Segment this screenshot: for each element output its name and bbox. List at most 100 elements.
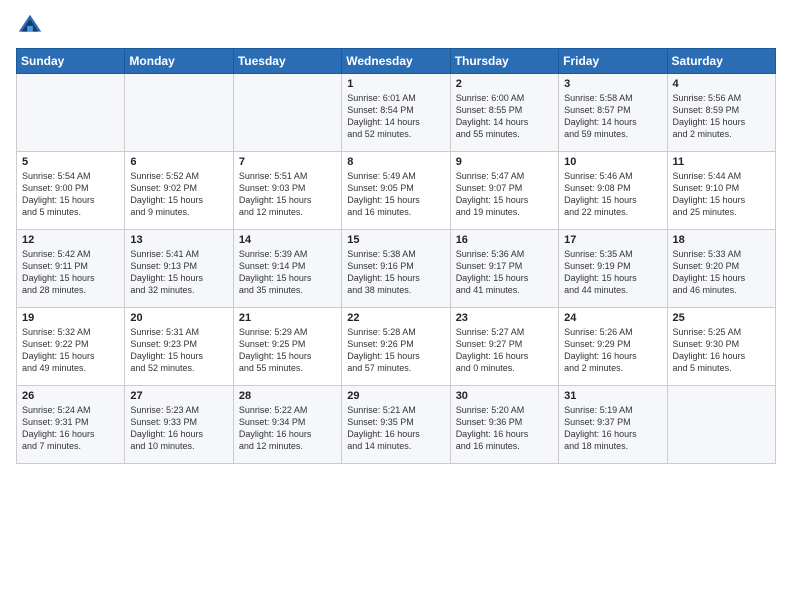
logo: [16, 12, 48, 40]
day-number: 23: [456, 312, 553, 324]
cell-content: Sunrise: 5:51 AM Sunset: 9:03 PM Dayligh…: [239, 170, 336, 219]
day-number: 17: [564, 234, 661, 246]
calendar-cell: [125, 74, 233, 152]
week-row-3: 12Sunrise: 5:42 AM Sunset: 9:11 PM Dayli…: [17, 230, 776, 308]
header-row: SundayMondayTuesdayWednesdayThursdayFrid…: [17, 49, 776, 74]
calendar-cell: 31Sunrise: 5:19 AM Sunset: 9:37 PM Dayli…: [559, 386, 667, 464]
calendar-page: SundayMondayTuesdayWednesdayThursdayFrid…: [0, 0, 792, 612]
calendar-cell: 2 Sunrise: 6:00 AM Sunset: 8:55 PM Daylig…: [450, 74, 558, 152]
week-row-2: 5Sunrise: 5:54 AM Sunset: 9:00 PM Daylig…: [17, 152, 776, 230]
header: [16, 12, 776, 40]
cell-content: Sunrise: 5:29 AM Sunset: 9:25 PM Dayligh…: [239, 326, 336, 375]
calendar-cell: 24 Sunrise: 5:26 AM Sunset: 9:29 PM Dayli…: [559, 308, 667, 386]
calendar-cell: 17 Sunrise: 5:35 AM Sunset: 9:19 PM Dayli…: [559, 230, 667, 308]
cell-content: Sunrise: 5:21 AM Sunset: 9:35 PM Dayligh…: [347, 404, 444, 453]
calendar-cell: 21 Sunrise: 5:29 AM Sunset: 9:25 PM Dayli…: [233, 308, 341, 386]
cell-content: Sunrise: 5:32 AM Sunset: 9:22 PM Dayligh…: [22, 326, 119, 375]
calendar-cell: 11 Sunrise: 5:44 AM Sunset: 9:10 PM Dayli…: [667, 152, 775, 230]
calendar-cell: 28 Sunrise: 5:22 AM Sunset: 9:34 PM Dayli…: [233, 386, 341, 464]
day-number: 15: [347, 234, 444, 246]
cell-content: Sunrise: 5:26 AM Sunset: 9:29 PM Dayligh…: [564, 326, 661, 375]
cell-content: Sunrise: 6:00 AM Sunset: 8:55 PM Dayligh…: [456, 92, 553, 141]
calendar-cell: 16 Sunrise: 5:36 AM Sunset: 9:17 PM Dayli…: [450, 230, 558, 308]
cell-content: Sunrise: 5:23 AM Sunset: 9:33 PM Dayligh…: [130, 404, 227, 453]
calendar-cell: 29Sunrise: 5:21 AM Sunset: 9:35 PM Dayli…: [342, 386, 450, 464]
day-number: 2: [456, 78, 553, 90]
cell-content: Sunrise: 5:56 AM Sunset: 8:59 PM Dayligh…: [673, 92, 770, 141]
calendar-cell: 6 Sunrise: 5:52 AM Sunset: 9:02 PM Daylig…: [125, 152, 233, 230]
day-number: 28: [239, 390, 336, 402]
day-number: 22: [347, 312, 444, 324]
day-number: 7: [239, 156, 336, 168]
day-number: 26: [22, 390, 119, 402]
logo-icon: [16, 12, 44, 40]
day-number: 9: [456, 156, 553, 168]
calendar-cell: [233, 74, 341, 152]
day-number: 31: [564, 390, 661, 402]
calendar-cell: 12Sunrise: 5:42 AM Sunset: 9:11 PM Dayli…: [17, 230, 125, 308]
calendar-header: SundayMondayTuesdayWednesdayThursdayFrid…: [17, 49, 776, 74]
cell-content: Sunrise: 5:44 AM Sunset: 9:10 PM Dayligh…: [673, 170, 770, 219]
calendar-cell: 3Sunrise: 5:58 AM Sunset: 8:57 PM Daylig…: [559, 74, 667, 152]
cell-content: Sunrise: 5:39 AM Sunset: 9:14 PM Dayligh…: [239, 248, 336, 297]
cell-content: Sunrise: 5:31 AM Sunset: 9:23 PM Dayligh…: [130, 326, 227, 375]
calendar-cell: 8Sunrise: 5:49 AM Sunset: 9:05 PM Daylig…: [342, 152, 450, 230]
cell-content: Sunrise: 5:36 AM Sunset: 9:17 PM Dayligh…: [456, 248, 553, 297]
day-number: 20: [130, 312, 227, 324]
day-number: 13: [130, 234, 227, 246]
day-number: 3: [564, 78, 661, 90]
cell-content: Sunrise: 5:28 AM Sunset: 9:26 PM Dayligh…: [347, 326, 444, 375]
day-number: 4: [673, 78, 770, 90]
cell-content: Sunrise: 5:52 AM Sunset: 9:02 PM Dayligh…: [130, 170, 227, 219]
day-number: 10: [564, 156, 661, 168]
cell-content: Sunrise: 5:38 AM Sunset: 9:16 PM Dayligh…: [347, 248, 444, 297]
calendar-table: SundayMondayTuesdayWednesdayThursdayFrid…: [16, 48, 776, 464]
day-number: 25: [673, 312, 770, 324]
calendar-cell: 9 Sunrise: 5:47 AM Sunset: 9:07 PM Daylig…: [450, 152, 558, 230]
day-number: 21: [239, 312, 336, 324]
cell-content: Sunrise: 5:47 AM Sunset: 9:07 PM Dayligh…: [456, 170, 553, 219]
day-number: 16: [456, 234, 553, 246]
day-number: 6: [130, 156, 227, 168]
calendar-cell: 15 Sunrise: 5:38 AM Sunset: 9:16 PM Dayli…: [342, 230, 450, 308]
calendar-cell: [17, 74, 125, 152]
calendar-cell: 4 Sunrise: 5:56 AM Sunset: 8:59 PM Daylig…: [667, 74, 775, 152]
week-row-1: 1 Sunrise: 6:01 AM Sunset: 8:54 PM Daylig…: [17, 74, 776, 152]
week-row-5: 26Sunrise: 5:24 AM Sunset: 9:31 PM Dayli…: [17, 386, 776, 464]
cell-content: Sunrise: 5:22 AM Sunset: 9:34 PM Dayligh…: [239, 404, 336, 453]
cell-content: Sunrise: 5:20 AM Sunset: 9:36 PM Dayligh…: [456, 404, 553, 453]
cell-content: Sunrise: 5:41 AM Sunset: 9:13 PM Dayligh…: [130, 248, 227, 297]
header-cell-sunday: Sunday: [17, 49, 125, 74]
calendar-cell: 30Sunrise: 5:20 AM Sunset: 9:36 PM Dayli…: [450, 386, 558, 464]
day-number: 24: [564, 312, 661, 324]
calendar-cell: 23Sunrise: 5:27 AM Sunset: 9:27 PM Dayli…: [450, 308, 558, 386]
calendar-body: 1 Sunrise: 6:01 AM Sunset: 8:54 PM Daylig…: [17, 74, 776, 464]
calendar-cell: [667, 386, 775, 464]
week-row-4: 19 Sunrise: 5:32 AM Sunset: 9:22 PM Dayli…: [17, 308, 776, 386]
header-cell-thursday: Thursday: [450, 49, 558, 74]
calendar-cell: 27 Sunrise: 5:23 AM Sunset: 9:33 PM Dayli…: [125, 386, 233, 464]
calendar-cell: 10 Sunrise: 5:46 AM Sunset: 9:08 PM Dayli…: [559, 152, 667, 230]
cell-content: Sunrise: 5:35 AM Sunset: 9:19 PM Dayligh…: [564, 248, 661, 297]
cell-content: Sunrise: 5:25 AM Sunset: 9:30 PM Dayligh…: [673, 326, 770, 375]
day-number: 27: [130, 390, 227, 402]
cell-content: Sunrise: 6:01 AM Sunset: 8:54 PM Dayligh…: [347, 92, 444, 141]
header-cell-friday: Friday: [559, 49, 667, 74]
day-number: 18: [673, 234, 770, 246]
calendar-cell: 18Sunrise: 5:33 AM Sunset: 9:20 PM Dayli…: [667, 230, 775, 308]
calendar-cell: 22 Sunrise: 5:28 AM Sunset: 9:26 PM Dayli…: [342, 308, 450, 386]
calendar-cell: 5Sunrise: 5:54 AM Sunset: 9:00 PM Daylig…: [17, 152, 125, 230]
cell-content: Sunrise: 5:46 AM Sunset: 9:08 PM Dayligh…: [564, 170, 661, 219]
header-cell-wednesday: Wednesday: [342, 49, 450, 74]
calendar-cell: 20 Sunrise: 5:31 AM Sunset: 9:23 PM Dayli…: [125, 308, 233, 386]
calendar-cell: 13 Sunrise: 5:41 AM Sunset: 9:13 PM Dayli…: [125, 230, 233, 308]
day-number: 8: [347, 156, 444, 168]
day-number: 19: [22, 312, 119, 324]
calendar-cell: 7 Sunrise: 5:51 AM Sunset: 9:03 PM Daylig…: [233, 152, 341, 230]
calendar-cell: 26Sunrise: 5:24 AM Sunset: 9:31 PM Dayli…: [17, 386, 125, 464]
calendar-cell: 1 Sunrise: 6:01 AM Sunset: 8:54 PM Daylig…: [342, 74, 450, 152]
cell-content: Sunrise: 5:54 AM Sunset: 9:00 PM Dayligh…: [22, 170, 119, 219]
day-number: 11: [673, 156, 770, 168]
day-number: 1: [347, 78, 444, 90]
calendar-cell: 14Sunrise: 5:39 AM Sunset: 9:14 PM Dayli…: [233, 230, 341, 308]
